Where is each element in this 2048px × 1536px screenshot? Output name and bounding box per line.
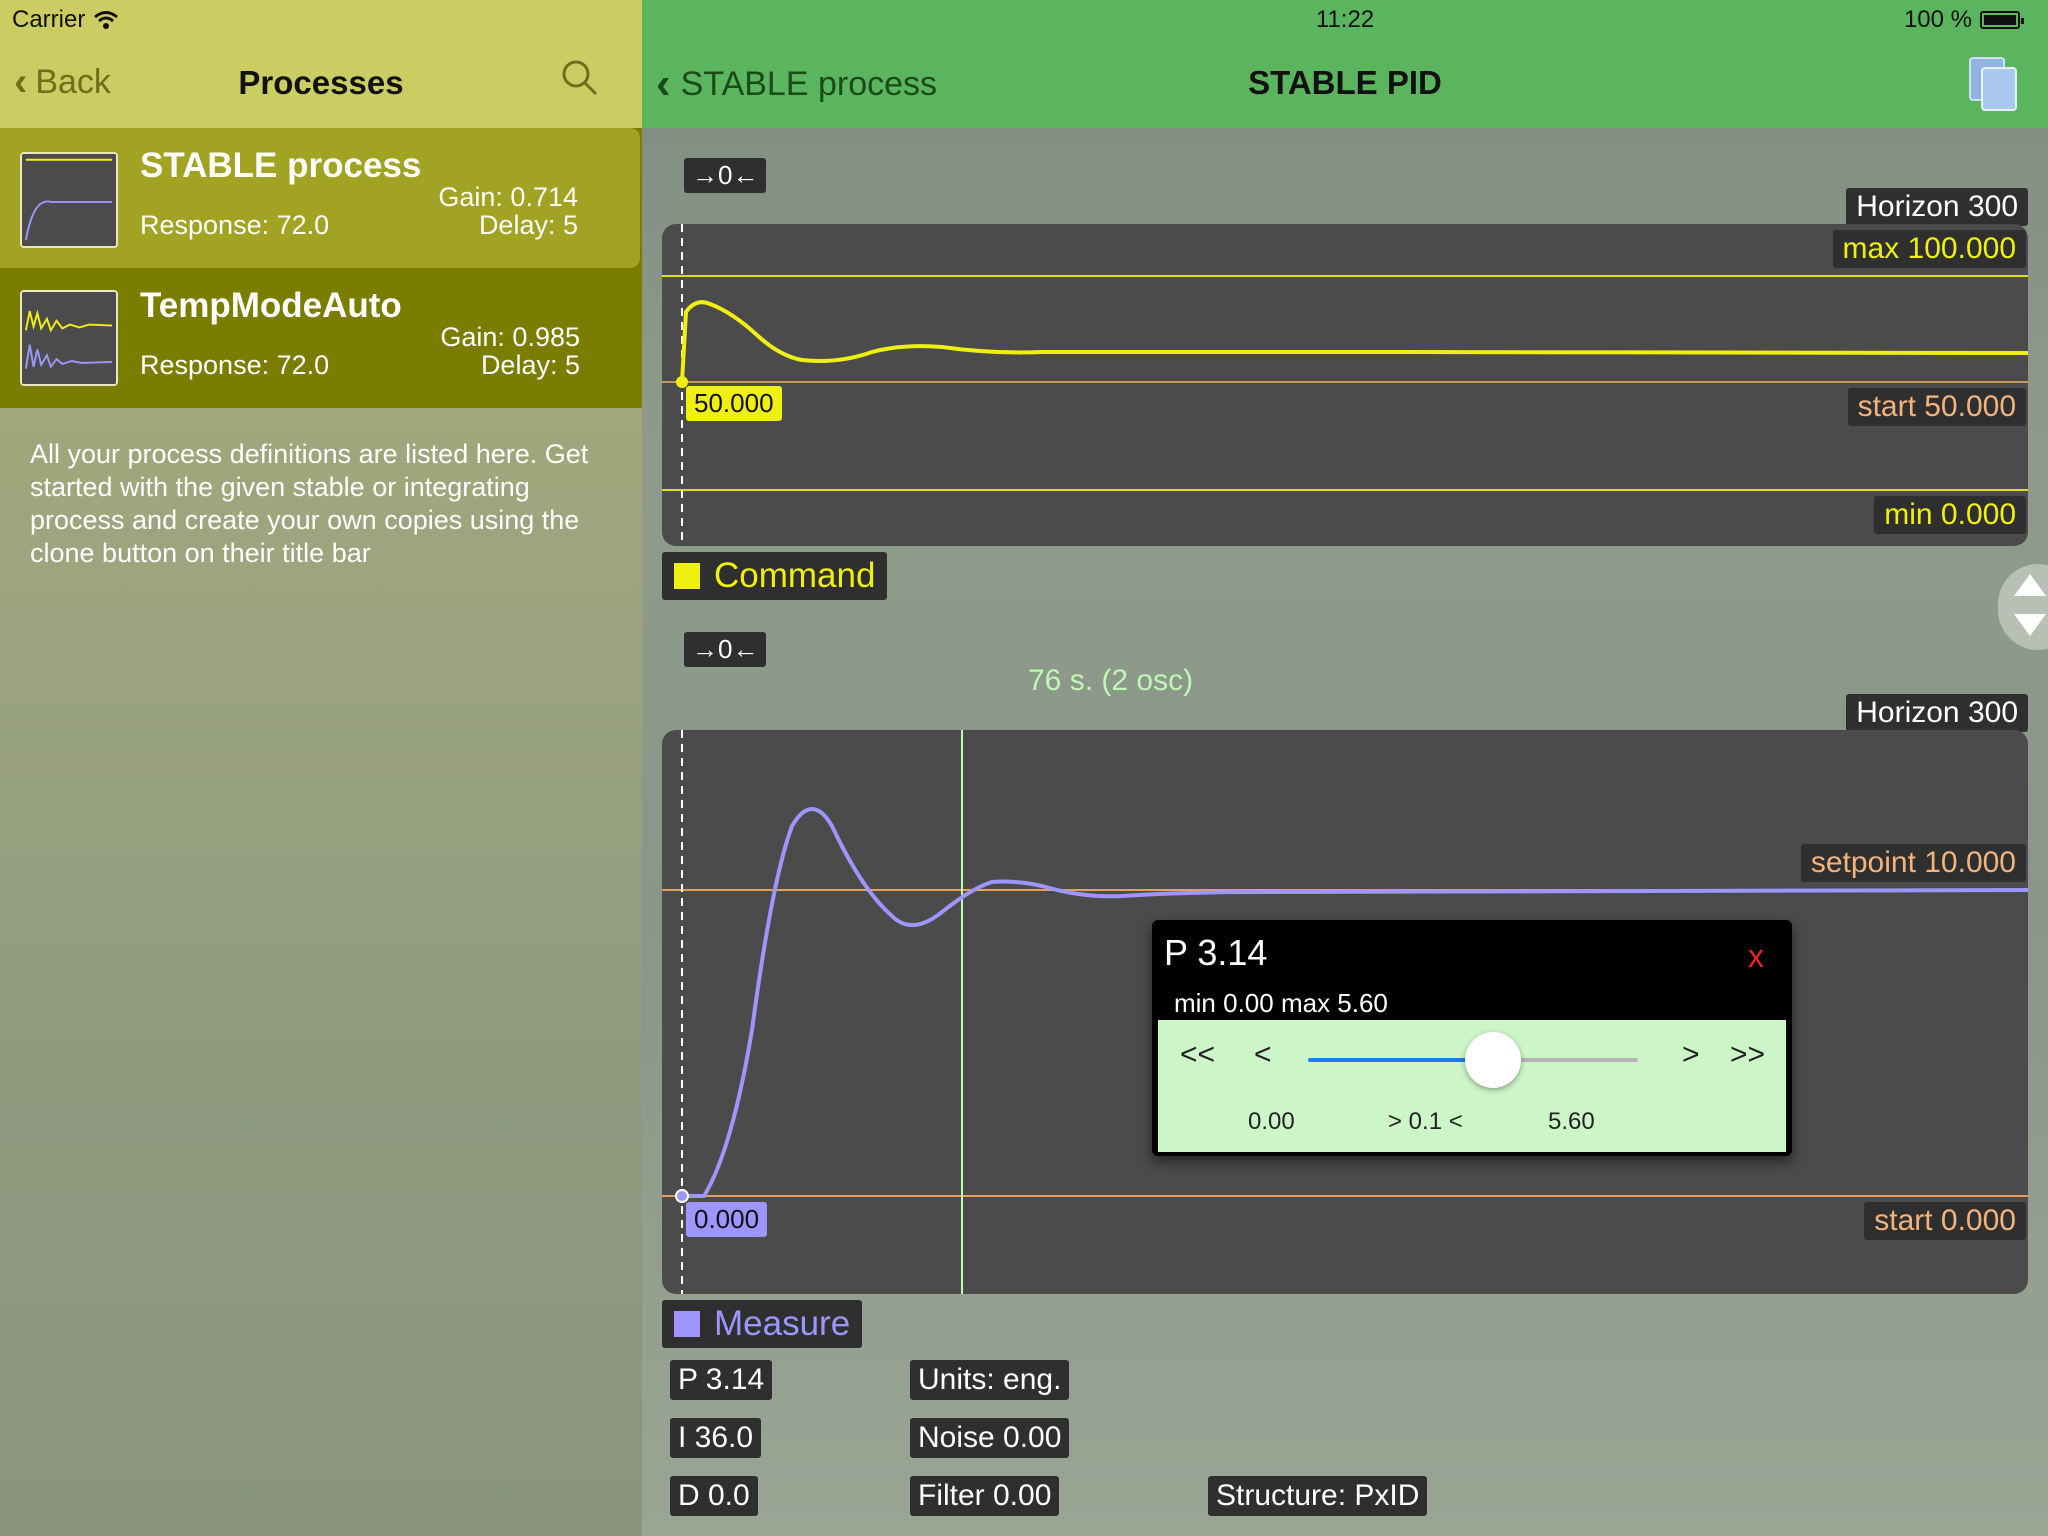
status-battery: 100 %: [1904, 6, 2024, 34]
process-thumbnail: [20, 290, 118, 386]
step-size[interactable]: > 0.1 <: [1388, 1108, 1463, 1136]
page-title: STABLE PID: [1248, 64, 1442, 101]
battery-icon: [1980, 11, 2024, 29]
command-legend-swatch: [674, 563, 700, 589]
slider-thumb[interactable]: [1464, 1032, 1521, 1088]
command-chart-plot: [662, 224, 2028, 546]
increment-button[interactable]: >: [1682, 1038, 1700, 1072]
pid-detail-panel: 11:22 100 % ‹ STABLE process STABLE PID …: [642, 0, 2048, 1536]
process-thumbnail: [20, 152, 118, 248]
command-start-label: start 50.000: [1847, 388, 2026, 426]
measure-start-label: start 0.000: [1864, 1202, 2026, 1240]
measure-cursor-value: 0.000: [686, 1202, 768, 1237]
search-icon[interactable]: [560, 58, 600, 98]
p-slider[interactable]: [1308, 1032, 1638, 1088]
p-parameter-popup: P 3.14 x min 0.00 max 5.60 << < > >> 0.0…: [1152, 920, 1792, 1156]
status-carrier: Carrier: [12, 6, 119, 34]
param-d[interactable]: D 0.0: [670, 1476, 758, 1516]
clone-icon[interactable]: [1966, 56, 2022, 112]
command-zero-button[interactable]: →0←: [684, 158, 767, 193]
command-series-line: [680, 300, 2028, 383]
setpoint-label: setpoint 10.000: [1800, 844, 2026, 882]
popup-slider-area: << < > >> 0.00 > 0.1 < 5.60: [1158, 1020, 1786, 1152]
param-structure[interactable]: Structure: PxID: [1208, 1476, 1428, 1516]
slider-min-value: 0.00: [1248, 1108, 1295, 1135]
jump-max-button[interactable]: >>: [1730, 1038, 1765, 1072]
command-min-label: min 0.000: [1874, 496, 2026, 534]
param-p[interactable]: P 3.14: [670, 1360, 773, 1400]
list-item-stable-process[interactable]: STABLE process Response: 72.0 Gain: 0.71…: [0, 128, 640, 268]
param-noise[interactable]: Noise 0.00: [910, 1418, 1070, 1458]
command-max-label: max 100.000: [1832, 230, 2026, 268]
command-horizon-label[interactable]: Horizon 300: [1846, 188, 2028, 226]
measure-zero-button[interactable]: →0←: [684, 632, 767, 667]
measure-legend[interactable]: Measure: [662, 1300, 863, 1348]
jump-min-button[interactable]: <<: [1180, 1038, 1215, 1072]
popup-title: P 3.14: [1164, 932, 1268, 973]
command-legend[interactable]: Command: [662, 552, 888, 600]
param-i[interactable]: I 36.0: [670, 1418, 762, 1458]
page-title: Processes: [238, 64, 404, 101]
measure-horizon-label[interactable]: Horizon 300: [1846, 694, 2028, 732]
param-filter[interactable]: Filter 0.00: [910, 1476, 1060, 1516]
close-icon[interactable]: x: [1748, 938, 1764, 975]
command-chart[interactable]: max 100.000 start 50.000 min 0.000 50.00…: [662, 224, 2028, 546]
process-list-panel: Carrier ‹ Back Processes STABLE process: [0, 0, 642, 1536]
slider-max-value: 5.60: [1548, 1108, 1595, 1135]
process-list: STABLE process Response: 72.0 Gain: 0.71…: [0, 128, 642, 408]
oscillation-annotation: 76 s. (2 osc): [1028, 664, 1194, 697]
wifi-icon: [94, 11, 119, 29]
param-units[interactable]: Units: eng.: [910, 1360, 1070, 1400]
measure-cursor-point: [675, 1189, 689, 1203]
right-nav-bar: 11:22 100 % ‹ STABLE process STABLE PID: [642, 0, 2048, 128]
status-time: 11:22: [1315, 6, 1375, 33]
measure-legend-swatch: [674, 1311, 700, 1337]
help-text: All your process definitions are listed …: [30, 439, 589, 568]
popup-range: min 0.00 max 5.60: [1174, 988, 1388, 1018]
decrement-button[interactable]: <: [1254, 1038, 1272, 1072]
left-nav-bar: Carrier ‹ Back Processes: [0, 0, 642, 128]
list-item-tempmodeauto[interactable]: TempModeAuto Response: 72.0 Gain: 0.985 …: [0, 268, 642, 408]
scroll-knob[interactable]: [1998, 564, 2048, 650]
command-cursor-value: 50.000: [686, 386, 782, 421]
up-down-arrows-icon: [2014, 574, 2046, 636]
